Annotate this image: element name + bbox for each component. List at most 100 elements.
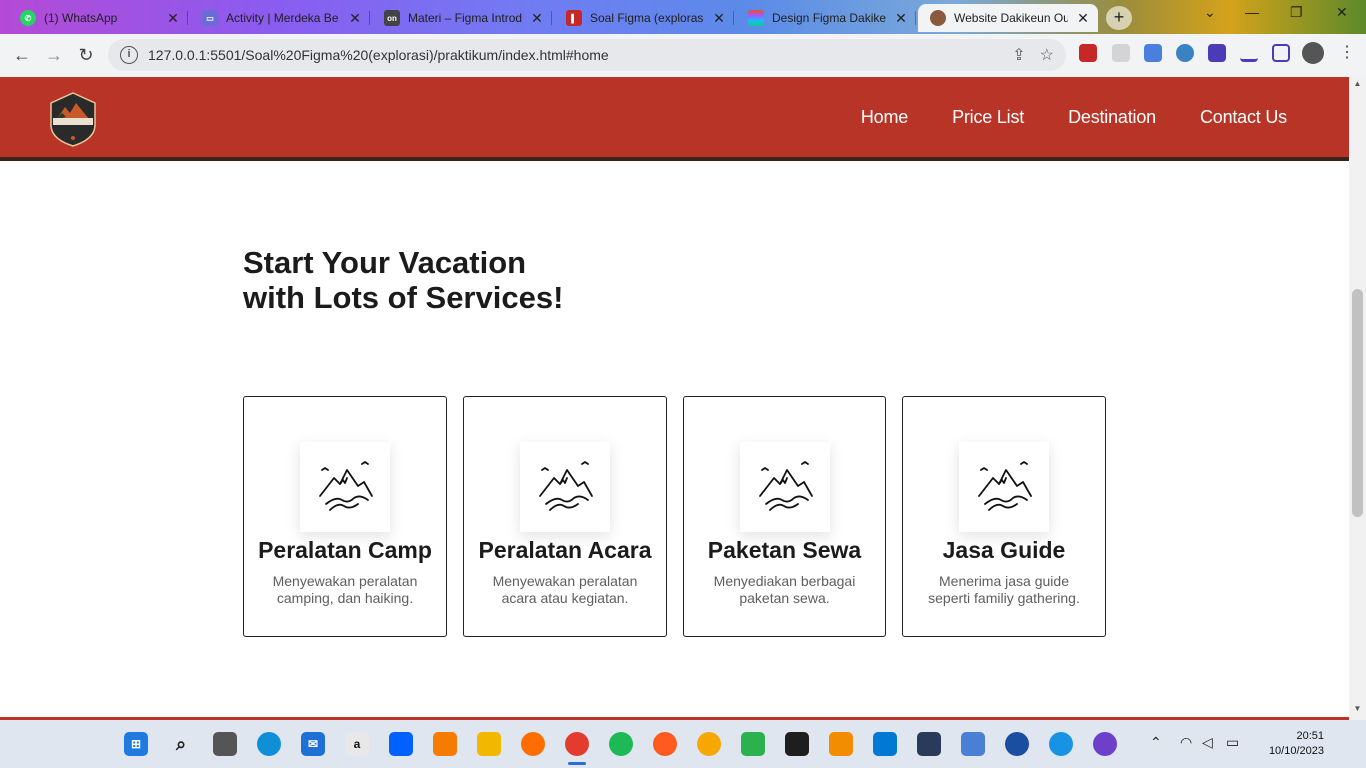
close-icon[interactable]: ✕ bbox=[894, 10, 908, 27]
info-icon[interactable]: i bbox=[120, 46, 138, 64]
tab-title: Materi – Figma Introd bbox=[408, 11, 522, 25]
profile-avatar[interactable] bbox=[1302, 42, 1324, 64]
menu-kebab-icon[interactable]: ⋮ bbox=[1338, 44, 1356, 62]
share-icon[interactable]: ⇪ bbox=[1012, 45, 1025, 65]
service-title: Peralatan Camp bbox=[258, 537, 432, 563]
word-app-icon[interactable] bbox=[1005, 732, 1029, 756]
tab-whatsapp[interactable]: ✆ (1) WhatsApp ✕ bbox=[8, 4, 188, 32]
forward-icon[interactable]: → bbox=[38, 39, 70, 71]
firefox-icon[interactable] bbox=[521, 732, 545, 756]
service-card-peralatan-acara[interactable]: Peralatan Acara Menyewakan peralatan aca… bbox=[463, 396, 667, 637]
extension-grey-icon[interactable] bbox=[1112, 44, 1130, 62]
extensions-puzzle-icon[interactable] bbox=[1208, 44, 1226, 62]
tab-design-figma[interactable]: Design Figma Dakike ✕ bbox=[736, 4, 916, 32]
mountain-icon bbox=[520, 442, 610, 532]
address-bar[interactable]: i 127.0.0.1:5501/Soal%20Figma%20(explora… bbox=[108, 39, 1066, 71]
start-icon[interactable]: ⊞ bbox=[124, 732, 148, 756]
github-icon[interactable] bbox=[1093, 732, 1117, 756]
amazon-icon[interactable]: a bbox=[345, 732, 369, 756]
file-explorer-icon[interactable] bbox=[477, 732, 501, 756]
system-clock[interactable]: 20:51 10/10/2023 bbox=[1269, 729, 1324, 759]
volume-icon[interactable]: ◁ bbox=[1202, 734, 1213, 751]
nav-destination[interactable]: Destination bbox=[1068, 107, 1156, 128]
sourcetree-icon[interactable] bbox=[829, 732, 853, 756]
service-card-peralatan-camp[interactable]: Peralatan Camp Menyewakan peralatan camp… bbox=[243, 396, 447, 637]
nav-home[interactable]: Home bbox=[861, 107, 908, 128]
tray-chevron-icon[interactable]: ⌃ bbox=[1150, 734, 1162, 751]
box-app-icon[interactable] bbox=[917, 732, 941, 756]
mountain-icon bbox=[740, 442, 830, 532]
reload-icon[interactable]: ↻ bbox=[70, 39, 102, 71]
wifi-icon[interactable]: ◠ bbox=[1180, 734, 1192, 751]
windows-taskbar: ⊞ ⌕ ✉ a ⌃ ◠ ◁ ▭ 20:51 10/10/2023 bbox=[0, 720, 1366, 768]
service-desc: Menyewakan peralatan camping, dan haikin… bbox=[272, 573, 418, 606]
scroll-up-icon[interactable]: ▲ bbox=[1349, 79, 1366, 93]
service-card-paketan-sewa[interactable]: Paketan Sewa Menyediakan berbagai paketa… bbox=[683, 396, 886, 637]
extension-shield-icon[interactable] bbox=[1079, 44, 1097, 62]
service-desc: Menerima jasa guide seperti familiy gath… bbox=[928, 573, 1080, 606]
bookmark-star-icon[interactable]: ☆ bbox=[1040, 45, 1054, 65]
merdeka-icon: ▭ bbox=[202, 10, 218, 26]
browser-tab-strip: ✆ (1) WhatsApp ✕ ▭ Activity | Merdeka Be… bbox=[0, 0, 1366, 34]
extension-feather-icon[interactable] bbox=[1176, 44, 1194, 62]
sheets-app-icon[interactable] bbox=[741, 732, 765, 756]
window-close-icon[interactable]: ✕ bbox=[1336, 4, 1348, 21]
services-heading: Start Your Vacation with Lots of Service… bbox=[243, 245, 563, 315]
mail-icon[interactable]: ✉ bbox=[301, 732, 325, 756]
service-cards: Peralatan Camp Menyewakan peralatan camp… bbox=[243, 396, 1106, 637]
tab-search-icon[interactable]: ⌄ bbox=[1204, 4, 1216, 21]
close-icon[interactable]: ✕ bbox=[348, 10, 362, 27]
close-icon[interactable]: ✕ bbox=[1076, 10, 1090, 27]
scrollbar-thumb[interactable] bbox=[1352, 289, 1363, 517]
search-icon[interactable]: ⌕ bbox=[169, 732, 193, 756]
postman-style-icon[interactable] bbox=[697, 732, 721, 756]
close-icon[interactable]: ✕ bbox=[530, 10, 544, 27]
dropbox-icon[interactable] bbox=[389, 732, 413, 756]
dakikeun-logo[interactable] bbox=[48, 91, 98, 147]
cloud-app-icon[interactable] bbox=[1049, 732, 1073, 756]
tab-title: Design Figma Dakike bbox=[772, 11, 886, 25]
figma-icon[interactable] bbox=[785, 732, 809, 756]
page-scrollbar[interactable]: ▲ ▼ bbox=[1349, 77, 1366, 720]
extension-docs-icon[interactable] bbox=[1144, 44, 1162, 62]
close-icon[interactable]: ✕ bbox=[712, 10, 726, 27]
nav-price-list[interactable]: Price List bbox=[952, 107, 1024, 128]
figma-icon bbox=[748, 10, 764, 26]
url-text[interactable]: 127.0.0.1:5501/Soal%20Figma%20(explorasi… bbox=[148, 47, 998, 63]
tab-materi[interactable]: on Materi – Figma Introd ✕ bbox=[372, 4, 552, 32]
mountain-icon bbox=[300, 442, 390, 532]
task-view-icon[interactable] bbox=[213, 732, 237, 756]
tab-title: (1) WhatsApp bbox=[44, 11, 118, 25]
main-nav: Home Price List Destination Contact Us bbox=[861, 107, 1287, 128]
download-icon[interactable] bbox=[1240, 44, 1258, 62]
clock-time: 20:51 bbox=[1296, 730, 1324, 742]
tab-title: Activity | Merdeka Be bbox=[226, 11, 339, 25]
tab-soal-figma[interactable]: ▌ Soal Figma (explorasi ✕ bbox=[554, 4, 734, 32]
side-panel-icon[interactable] bbox=[1272, 44, 1290, 62]
page-viewport: Home Price List Destination Contact Us S… bbox=[0, 77, 1349, 720]
service-card-jasa-guide[interactable]: Jasa Guide Menerima jasa guide seperti f… bbox=[902, 396, 1106, 637]
heading-line-1: Start Your Vacation bbox=[243, 245, 527, 280]
tab-title: Website Dakikeun Ou bbox=[954, 11, 1068, 25]
virtualbox-icon[interactable] bbox=[961, 732, 985, 756]
nav-contact-us[interactable]: Contact Us bbox=[1200, 107, 1287, 128]
edge-icon[interactable] bbox=[257, 732, 281, 756]
close-icon[interactable]: ✕ bbox=[166, 10, 180, 27]
tab-website-dakikeun[interactable]: Website Dakikeun Ou ✕ bbox=[918, 4, 1098, 32]
whatsapp-icon: ✆ bbox=[20, 10, 36, 26]
chrome-icon[interactable] bbox=[565, 732, 589, 756]
scroll-down-icon[interactable]: ▼ bbox=[1349, 704, 1366, 718]
tab-title: Soal Figma (explorasi bbox=[590, 11, 704, 25]
minimize-icon[interactable]: — bbox=[1245, 4, 1259, 20]
back-icon[interactable]: ← bbox=[6, 39, 38, 71]
spotify-icon[interactable] bbox=[609, 732, 633, 756]
new-tab-button[interactable]: + bbox=[1106, 6, 1132, 30]
tab-activity[interactable]: ▭ Activity | Merdeka Be ✕ bbox=[190, 4, 370, 32]
active-app-indicator bbox=[568, 762, 586, 765]
pen-app-icon[interactable] bbox=[653, 732, 677, 756]
vscode-icon[interactable] bbox=[873, 732, 897, 756]
restore-icon[interactable]: ❐ bbox=[1290, 4, 1303, 21]
xampp-icon[interactable] bbox=[433, 732, 457, 756]
service-desc: Menyewakan peralatan acara atau kegiatan… bbox=[492, 573, 638, 606]
battery-icon[interactable]: ▭ bbox=[1226, 734, 1239, 751]
